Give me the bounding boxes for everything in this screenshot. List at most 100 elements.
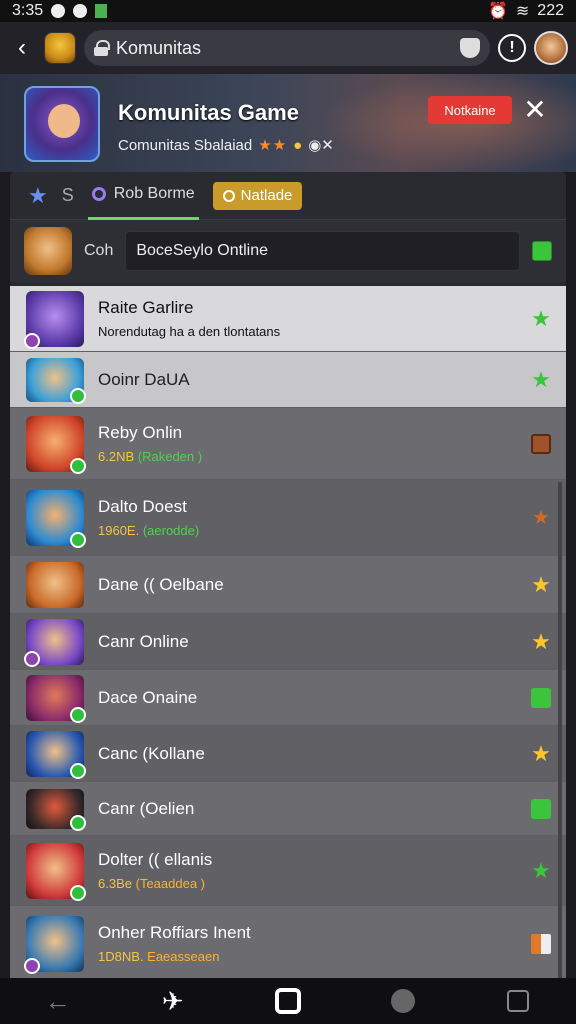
list-item[interactable]: Dolter (( ellanis 6.3Be (Teaaddea ) ★ — [10, 836, 566, 906]
list-item-meta: 6.2NB (Rakeden ) — [98, 449, 203, 464]
star-icon[interactable]: ★ — [530, 306, 552, 331]
status-bar: 3:35 ⏰ ≋ 222 — [0, 0, 576, 22]
list-item[interactable]: Dace Onaine — [10, 670, 566, 726]
page-title: Komunitas Game — [118, 100, 299, 125]
search-label: Coh — [84, 242, 114, 259]
back-arrow-icon[interactable]: ← — [38, 981, 78, 1021]
list-item[interactable]: Dane (( Oelbane ★ — [10, 556, 566, 614]
list-item-name: Canr (Oelien — [98, 798, 195, 818]
game-icon[interactable] — [24, 86, 100, 162]
gift-icon[interactable] — [530, 933, 552, 955]
scrollbar[interactable] — [558, 482, 562, 978]
list-item-icon — [26, 842, 86, 901]
list-item-meta: 6.3Be (Teaaddea ) — [98, 876, 205, 891]
rating-stars: ★★ — [258, 137, 288, 154]
list-item-name: Dane (( Oelbane — [98, 574, 224, 594]
address-bar[interactable]: Komunitas — [84, 30, 490, 66]
browser-toolbar: ‹ Komunitas ! — [0, 22, 576, 74]
list-item-icon — [26, 561, 84, 608]
status-time: 3:35 — [12, 2, 44, 19]
extensions-button[interactable] — [498, 981, 538, 1021]
recents-icon — [391, 989, 416, 1013]
url-text: Komunitas — [116, 37, 202, 58]
list-item[interactable]: Reby Onlin 6.2NB (Rakeden ) — [10, 408, 566, 480]
search-avatar — [24, 227, 72, 275]
list-item-name: Onher Roffiars Inent — [98, 923, 251, 942]
list-item[interactable]: Canr (Oelien — [10, 782, 566, 836]
star-icon[interactable]: ★ — [530, 741, 552, 766]
home-button[interactable] — [268, 981, 308, 1021]
list-item[interactable]: Dalto Doest 1960E. (aerodde) ★ — [10, 480, 566, 556]
list-item-icon — [26, 788, 86, 831]
shield-icon[interactable] — [460, 38, 480, 58]
lock-icon — [94, 40, 110, 56]
search-input[interactable] — [125, 231, 520, 271]
page-subtitle: Comunitas Sbalaiad ★★ ● ◉✕ — [118, 136, 334, 155]
battery-level: 222 — [537, 2, 564, 19]
list-item-icon — [26, 489, 86, 548]
list-item-name: Ooinr DaUA — [98, 369, 190, 389]
count-text: ◉✕ — [308, 137, 334, 154]
search-go-icon[interactable] — [532, 241, 552, 261]
list-item[interactable]: Canr Online ★ — [10, 614, 566, 670]
mascot-icon: ● — [293, 136, 303, 154]
star-icon[interactable]: ★ — [530, 367, 552, 392]
tab-badge-label: Natlade — [240, 187, 293, 204]
star-icon[interactable]: ★ — [530, 629, 552, 654]
tab-active[interactable]: Rob Borme — [87, 172, 199, 220]
badge-ring-icon — [222, 189, 235, 202]
list-item-name: Dalto Doest — [98, 497, 187, 516]
system-navbar: ← ✈ — [0, 978, 576, 1024]
list-item-name: Dolter (( ellanis — [98, 850, 213, 869]
list-item-name: Canr Online — [98, 631, 189, 651]
puzzle-icon — [507, 990, 530, 1012]
list-item-subtitle: Norendutag ha a den tlontatans — [98, 324, 281, 339]
tab-favorites-star-icon[interactable]: ★ — [28, 183, 48, 209]
list-item[interactable]: Ooinr DaUA ★ — [10, 352, 566, 408]
avatar[interactable] — [534, 31, 568, 65]
info-icon[interactable]: ! — [498, 34, 526, 62]
recents-button[interactable] — [383, 981, 423, 1021]
list-item[interactable]: Raite Garlire Norendutag ha a den tlonta… — [10, 286, 566, 352]
tab-secondary-icon[interactable]: S — [62, 185, 74, 206]
site-icon — [44, 32, 76, 64]
wifi-icon: ≋ — [515, 3, 530, 20]
back-chevron-icon[interactable]: ‹ — [8, 34, 36, 62]
list-item-icon — [26, 674, 86, 723]
list-item-icon — [24, 618, 84, 667]
home-icon — [274, 988, 301, 1014]
list-item-name: Reby Onlin — [98, 423, 183, 442]
search-row: Coh — [10, 220, 566, 282]
list-item-icon — [24, 915, 84, 974]
alert-icon — [73, 4, 88, 18]
tab-badge[interactable]: Natlade — [212, 181, 303, 210]
star-icon[interactable]: ★ — [530, 507, 552, 529]
list-item-icon — [26, 357, 86, 404]
status-square-icon[interactable] — [530, 687, 552, 709]
chest-icon[interactable] — [530, 433, 552, 455]
list-item-meta: 1960E. (aerodde) — [98, 523, 200, 538]
tab-bar: ★ S Rob Borme Natlade — [10, 172, 566, 220]
app-notif-icon — [95, 4, 108, 18]
list-item[interactable]: Canc (Kollane ★ — [10, 726, 566, 782]
list-item[interactable]: Onher Roffiars Inent 1D8NB. Eaeasseaen — [10, 906, 566, 978]
list-item-icon — [26, 730, 86, 779]
star-icon[interactable]: ★ — [530, 572, 552, 597]
radio-icon — [91, 187, 106, 201]
list-item-icon — [26, 415, 86, 474]
notifications-button[interactable]: Notkaine — [428, 96, 512, 124]
close-icon[interactable]: ✕ — [520, 94, 550, 125]
plane-icon[interactable]: ✈ — [153, 981, 193, 1021]
notification-icon — [51, 4, 66, 18]
status-square-icon[interactable] — [530, 798, 552, 820]
list-item-meta: 1D8NB. Eaeasseaen — [98, 949, 220, 964]
star-icon[interactable]: ★ — [530, 858, 552, 883]
tab-active-label: Rob Borme — [113, 185, 195, 202]
subtitle-text: Comunitas Sbalaiad — [118, 136, 253, 154]
list-item-name: Canc (Kollane — [98, 743, 205, 763]
list-item-name: Dace Onaine — [98, 687, 198, 707]
list-item-name: Raite Garlire — [98, 298, 194, 317]
list-item-icon — [24, 290, 84, 349]
community-panel: ★ S Rob Borme Natlade Coh Raite Garlire … — [10, 172, 566, 978]
game-list: Raite Garlire Norendutag ha a den tlonta… — [10, 286, 566, 978]
